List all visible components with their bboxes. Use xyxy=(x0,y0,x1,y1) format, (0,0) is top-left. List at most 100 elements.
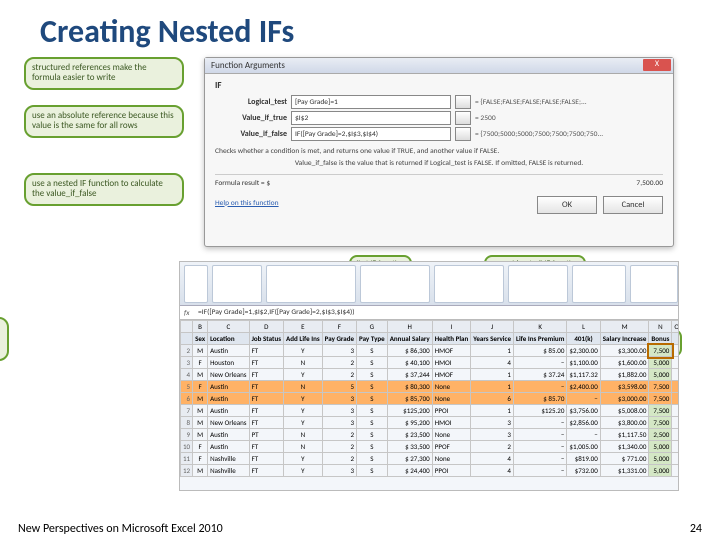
cell[interactable]: 3 xyxy=(181,357,193,369)
cell[interactable]: PPOI xyxy=(432,465,471,477)
cell[interactable]: 7,500 xyxy=(649,393,672,405)
cell[interactable]: $ 27,300 xyxy=(387,453,432,465)
cell[interactable]: 6 xyxy=(181,393,193,405)
cell[interactable]: $3,800.00 xyxy=(600,417,649,429)
formula-bar[interactable]: fx =IF([Pay Grade]=1,$I$2,IF([Pay Grade]… xyxy=(180,306,678,320)
cell[interactable]: M xyxy=(193,405,208,417)
cell[interactable]: None xyxy=(432,453,471,465)
cell[interactable]: 4 xyxy=(471,453,514,465)
cell[interactable]: $ 23,500 xyxy=(387,429,432,441)
cell[interactable]: $ 95,200 xyxy=(387,417,432,429)
cell[interactable]: S xyxy=(357,441,388,453)
cell[interactable]: 2 xyxy=(322,369,356,381)
cell[interactable]: PPOF xyxy=(432,441,471,453)
cell[interactable]: $ 37,244 xyxy=(387,369,432,381)
cell[interactable]: 12 xyxy=(181,465,193,477)
range-picker-icon[interactable] xyxy=(455,95,471,109)
cell[interactable]: M xyxy=(193,393,208,405)
cell[interactable]: $2,400.00 xyxy=(567,381,600,393)
cell[interactable]: $5,008.00 xyxy=(600,405,649,417)
cell[interactable]: 2 xyxy=(322,429,356,441)
cell[interactable]: New Orleans xyxy=(208,369,250,381)
cell[interactable]: F xyxy=(193,357,208,369)
cell[interactable]: FT xyxy=(249,405,283,417)
cell[interactable]: 5,000 xyxy=(649,369,672,381)
cell[interactable]: Y xyxy=(284,405,323,417)
cell[interactable]: Austin xyxy=(208,381,250,393)
cell[interactable]: $1,117.50 xyxy=(600,429,649,441)
cell[interactable]: 3 xyxy=(471,429,514,441)
cell[interactable]: Y xyxy=(284,393,323,405)
cell[interactable]: Nashville xyxy=(208,453,250,465)
cell[interactable]: 2 xyxy=(322,453,356,465)
cell[interactable]: S xyxy=(357,369,388,381)
cell[interactable]: S xyxy=(357,393,388,405)
cell[interactable]: $ 80,300 xyxy=(387,381,432,393)
cell[interactable]: S xyxy=(357,453,388,465)
cell[interactable]: 1 xyxy=(471,381,514,393)
fx-icon[interactable]: fx xyxy=(184,307,190,320)
cell[interactable]: Y xyxy=(284,453,323,465)
range-picker-icon[interactable] xyxy=(455,127,471,141)
help-link[interactable]: Help on this function xyxy=(215,199,279,208)
cell[interactable]: 10 xyxy=(181,441,193,453)
cell[interactable]: 5,000 xyxy=(649,357,672,369)
cell[interactable]: $1,340.00 xyxy=(600,441,649,453)
cell[interactable]: FT xyxy=(249,453,283,465)
range-picker-icon[interactable] xyxy=(455,111,471,125)
cell[interactable]: HMOF xyxy=(432,345,471,357)
cell[interactable]: $2,300.00 xyxy=(567,345,600,357)
cell[interactable]: N xyxy=(284,441,323,453)
value-if-false-input[interactable]: IF([Pay Grade]=2,$I$3,$I$4) xyxy=(291,127,451,141)
cell[interactable]: 3 xyxy=(322,405,356,417)
cell[interactable]: 2 xyxy=(181,345,193,357)
cell[interactable]: 1 xyxy=(471,369,514,381)
cell[interactable]: 7,500 xyxy=(649,381,672,393)
cell[interactable]: FT xyxy=(249,357,283,369)
logical-test-input[interactable]: [Pay Grade]=1 xyxy=(291,95,451,109)
cell[interactable]: N xyxy=(284,381,323,393)
cell[interactable]: 1 xyxy=(471,345,514,357)
cell[interactable]: $125.20 xyxy=(513,405,566,417)
cell[interactable]: $ 771.00 xyxy=(600,453,649,465)
cell[interactable]: N xyxy=(284,357,323,369)
cell[interactable]: $125,200 xyxy=(387,405,432,417)
cell[interactable]: FT xyxy=(249,393,283,405)
cell[interactable]: $819.00 xyxy=(567,453,600,465)
cell[interactable]: 5,000 xyxy=(649,441,672,453)
cell[interactable]: N xyxy=(284,429,323,441)
cell[interactable]: 4 xyxy=(471,465,514,477)
cell[interactable]: None xyxy=(432,381,471,393)
cell[interactable]: Houston xyxy=(208,357,250,369)
cell[interactable]: None xyxy=(432,429,471,441)
cell[interactable]: 4 xyxy=(181,369,193,381)
cell[interactable]: $1,005.00 xyxy=(567,441,600,453)
cell[interactable]: FT xyxy=(249,369,283,381)
cell[interactable]: FT xyxy=(249,381,283,393)
cell[interactable]: 8 xyxy=(181,417,193,429)
cell[interactable]: Austin xyxy=(208,345,250,357)
cell[interactable]: $ 37.24 xyxy=(513,369,566,381)
cell[interactable]: FT xyxy=(249,465,283,477)
cell[interactable]: HMOF xyxy=(432,369,471,381)
cell[interactable]: F xyxy=(193,453,208,465)
cell[interactable]: Austin xyxy=(208,393,250,405)
cell[interactable]: $ 85,700 xyxy=(387,393,432,405)
cell[interactable]: FT xyxy=(249,441,283,453)
cell[interactable]: 3 xyxy=(322,417,356,429)
cell[interactable]: PT xyxy=(249,429,283,441)
cell[interactable]: $732.00 xyxy=(567,465,600,477)
cell[interactable]: 5 xyxy=(181,381,193,393)
cell[interactable]: $1,117.32 xyxy=(567,369,600,381)
cell[interactable]: S xyxy=(357,429,388,441)
cell[interactable]: 3 xyxy=(322,393,356,405)
cell[interactable]: S xyxy=(357,381,388,393)
cell[interactable]: Austin xyxy=(208,405,250,417)
cell[interactable]: 6 xyxy=(471,393,514,405)
cell[interactable]: 7,500 xyxy=(649,405,672,417)
cell[interactable]: – xyxy=(513,441,566,453)
cell[interactable]: $ 24,400 xyxy=(387,465,432,477)
cell[interactable]: $ 33,500 xyxy=(387,441,432,453)
cell[interactable]: M xyxy=(193,345,208,357)
cell[interactable]: $1,600.00 xyxy=(600,357,649,369)
